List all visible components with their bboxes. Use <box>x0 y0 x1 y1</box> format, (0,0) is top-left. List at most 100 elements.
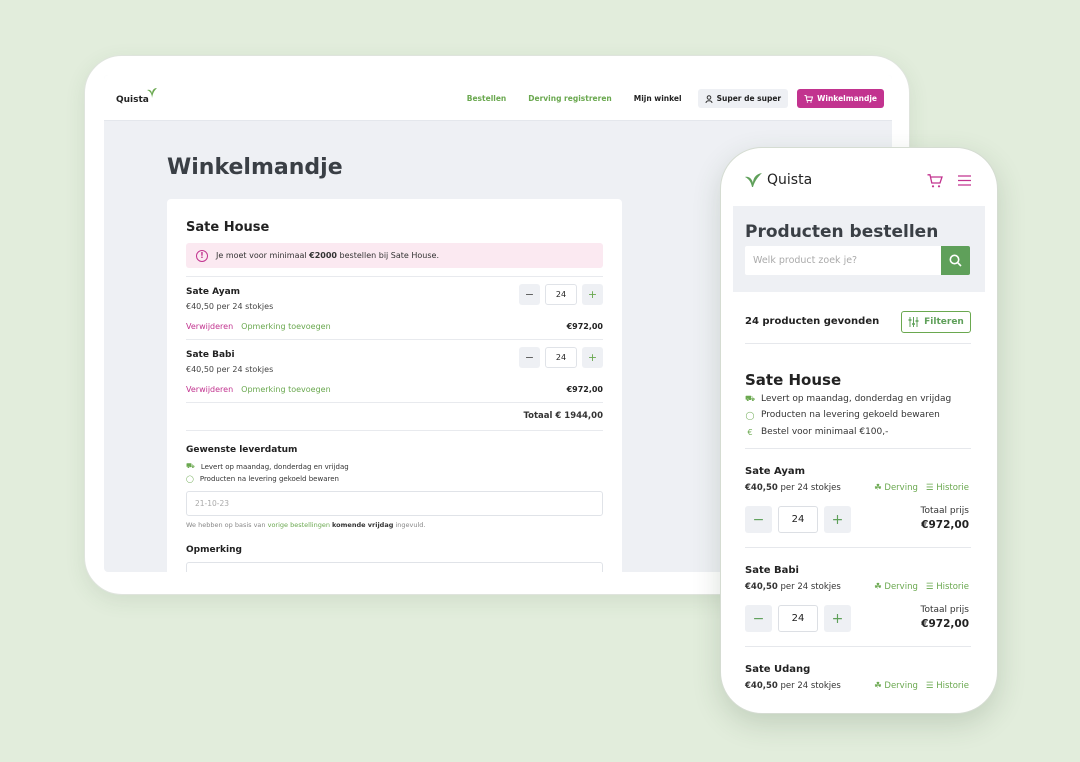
quantity-field[interactable]: 24 <box>778 605 818 632</box>
minimum-order-alert: ! Je moet voor minimaal €2000 bestellen … <box>186 243 603 268</box>
truck-icon: ⛟ <box>745 394 756 403</box>
increase-button[interactable]: + <box>582 284 603 305</box>
divider <box>186 276 603 277</box>
truck-icon: ⛟ <box>186 462 195 470</box>
quantity-field[interactable]: 24 <box>545 347 577 368</box>
menu-icon[interactable] <box>958 175 971 186</box>
cart-button[interactable]: Winkelmandje <box>797 89 884 108</box>
alert-icon: ! <box>196 249 208 262</box>
divider <box>745 547 971 548</box>
user-name: Super de super <box>716 94 782 103</box>
cart-card: Sate House ! Je moet voor minimaal €2000… <box>167 199 622 572</box>
history-link[interactable]: ☰ Historie <box>926 483 969 493</box>
shop-name: Sate House <box>745 371 842 389</box>
results-count: 24 producten gevonden <box>745 316 880 327</box>
logo-text: Quista <box>116 95 149 105</box>
sliders-icon <box>908 317 919 327</box>
user-button[interactable]: Super de super <box>697 89 789 108</box>
quantity-stepper: − 24 + <box>745 605 851 632</box>
delivery-date-input[interactable]: 21-10-23 <box>186 491 603 516</box>
quantity-field[interactable]: 24 <box>545 284 577 305</box>
add-note-link[interactable]: Opmerking toevoegen <box>241 385 331 394</box>
item-total: €972,00 <box>566 322 603 331</box>
product-links: ☘ Derving ☰ Historie <box>874 681 969 691</box>
top-navbar: Quista Bestellen Derving registreren Mij… <box>104 75 892 121</box>
storage-note: ◯ Producten na levering gekoeld bewaren <box>186 475 339 483</box>
waste-link[interactable]: ☘ Derving <box>874 483 918 493</box>
chat-icon: ◯ <box>186 475 194 483</box>
leaf-icon <box>745 173 762 187</box>
cart-icon[interactable] <box>927 174 943 188</box>
decrease-button[interactable]: − <box>519 347 540 368</box>
leaf-icon <box>146 88 157 98</box>
item-total: €972,00 <box>566 385 603 394</box>
euro-icon: € <box>747 427 753 437</box>
filter-label: Filteren <box>924 317 964 327</box>
increase-button[interactable]: + <box>824 506 851 533</box>
waste-link[interactable]: ☘ Derving <box>874 582 918 592</box>
add-note-link[interactable]: Opmerking toevoegen <box>241 322 331 331</box>
nav-order[interactable]: Bestellen <box>467 94 507 103</box>
phone-device: Quista Producten bestellen Welk product … <box>720 147 998 714</box>
search-button[interactable] <box>941 246 970 275</box>
product-name: Sate Udang <box>745 664 811 675</box>
product-price: €40,50 per 24 stokjes <box>745 582 841 592</box>
item-actions: Verwijderen Opmerking toevoegen <box>186 322 331 331</box>
waste-link[interactable]: ☘ Derving <box>874 681 918 691</box>
nav-links: Bestellen Derving registreren Mijn winke… <box>467 89 884 108</box>
search-input[interactable]: Welk product zoek je? <box>745 246 941 275</box>
storage-note: ◯ Producten na levering gekoeld bewaren <box>745 410 940 420</box>
item-name: Sate Babi <box>186 350 235 360</box>
product-links: ☘ Derving ☰ Historie <box>874 582 969 592</box>
delivery-hint: We hebben op basis van vorige bestelling… <box>186 521 426 529</box>
filter-button[interactable]: Filteren <box>901 311 971 333</box>
history-link[interactable]: ☰ Historie <box>926 681 969 691</box>
remark-heading: Opmerking <box>186 545 242 555</box>
logo[interactable]: Quista <box>116 87 157 105</box>
divider <box>186 339 603 340</box>
shop-name: Sate House <box>186 220 270 235</box>
chat-icon: ◯ <box>745 410 755 420</box>
product-name: Sate Babi <box>745 565 799 576</box>
remove-link[interactable]: Verwijderen <box>186 322 233 331</box>
total-label: Totaal prijs <box>920 506 970 516</box>
minimum-order: € Bestel voor minimaal €100,- <box>745 427 888 437</box>
item-actions: Verwijderen Opmerking toevoegen <box>186 385 331 394</box>
divider <box>745 343 971 344</box>
decrease-button[interactable]: − <box>745 605 772 632</box>
item-price: €40,50 per 24 stokjes <box>186 302 274 311</box>
cart-icon <box>804 94 814 103</box>
cart-label: Winkelmandje <box>817 94 877 103</box>
increase-button[interactable]: + <box>582 347 603 368</box>
logo[interactable]: Quista <box>745 172 812 188</box>
item-name: Sate Ayam <box>186 287 241 297</box>
product-price: €40,50 per 24 stokjes <box>745 681 841 691</box>
remark-input[interactable] <box>186 562 603 572</box>
divider <box>745 646 971 647</box>
product-price: €40,50 per 24 stokjes <box>745 483 841 493</box>
user-icon <box>705 94 713 103</box>
quantity-stepper: − 24 + <box>519 284 603 305</box>
increase-button[interactable]: + <box>824 605 851 632</box>
quantity-stepper: − 24 + <box>519 347 603 368</box>
nav-my-store[interactable]: Mijn winkel <box>634 94 682 103</box>
item-price: €40,50 per 24 stokjes <box>186 365 274 374</box>
search-icon <box>949 254 962 267</box>
previous-orders-link[interactable]: vorige bestellingen <box>268 521 330 529</box>
alert-text: Je moet voor minimaal €2000 bestellen bi… <box>216 251 439 260</box>
quantity-field[interactable]: 24 <box>778 506 818 533</box>
remove-link[interactable]: Verwijderen <box>186 385 233 394</box>
delivery-days: ⛟ Levert op maandag, donderdag en vrijda… <box>186 462 349 471</box>
decrease-button[interactable]: − <box>745 506 772 533</box>
delivery-heading: Gewenste leverdatum <box>186 445 298 455</box>
divider <box>745 448 971 449</box>
history-link[interactable]: ☰ Historie <box>926 582 969 592</box>
product-total: €972,00 <box>921 618 969 630</box>
nav-waste[interactable]: Derving registreren <box>528 94 611 103</box>
divider <box>186 430 603 431</box>
page-title: Producten bestellen <box>745 222 939 242</box>
total-label: Totaal prijs <box>920 605 970 615</box>
decrease-button[interactable]: − <box>519 284 540 305</box>
mobile-header: Quista <box>721 148 997 206</box>
product-name: Sate Ayam <box>745 466 806 477</box>
